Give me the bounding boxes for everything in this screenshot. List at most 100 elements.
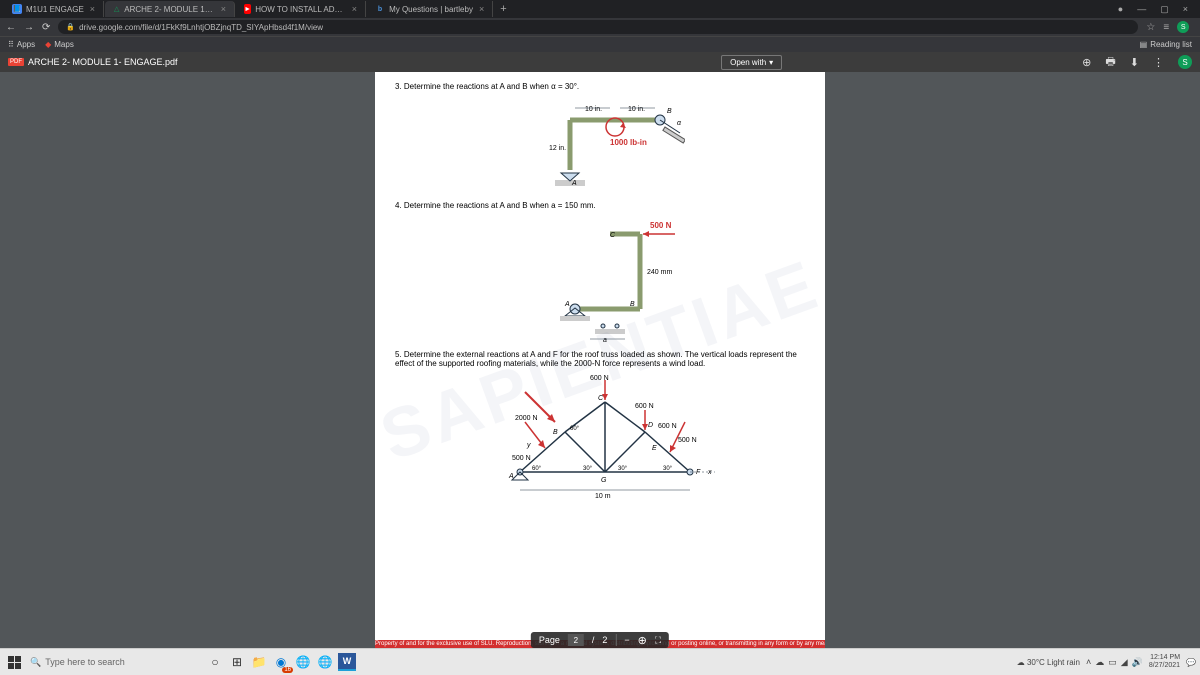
document-viewport[interactable]: SAPIENTIAE 3. Determine the reactions at… [0,72,1200,648]
svg-text:240 mm: 240 mm [647,269,672,276]
tab-label: ARCHE 2- MODULE 1- ENGAGE.p [124,5,215,14]
youtube-icon: ► [244,4,251,14]
star-icon[interactable]: ☆ [1146,22,1155,33]
browser-menu-icon[interactable]: ● [1118,4,1123,14]
maximize-icon[interactable]: ▢ [1160,4,1169,15]
zoom-in-icon[interactable]: ⊕ [638,634,647,647]
svg-text:30°: 30° [663,466,673,472]
svg-text:α: α [677,120,682,127]
svg-text:A: A [564,301,570,308]
reader-icon[interactable]: ≡ [1163,22,1169,33]
tab-icon: 📘 [12,4,22,14]
taskbar: 🔍 Type here to search ○ ⊞ 📁 ◉ 16 🌐 🌐 W ☁… [0,648,1200,675]
lock-icon: 🔒 [66,23,75,31]
edge-icon[interactable]: ◉ 16 [270,652,292,672]
cortana-icon[interactable]: ○ [204,652,226,672]
add-to-drive-icon[interactable]: ⊕ [1082,56,1091,69]
close-icon[interactable]: × [352,4,357,14]
svg-text:1000 lb-in: 1000 lb-in [610,138,647,147]
chrome2-icon[interactable]: 🌐 [314,652,336,672]
reading-list-button[interactable]: ▤ Reading list [1140,40,1192,49]
tray-chevron-icon[interactable]: ˄ [1086,657,1091,668]
maps-bookmark[interactable]: ◆ Maps [45,40,74,49]
search-icon: 🔍 [30,657,41,668]
close-window-icon[interactable]: × [1183,4,1188,14]
svg-text:B: B [553,429,558,436]
tab-youtube[interactable]: ► HOW TO INSTALL ADOBE PHOTO × [236,1,366,17]
onedrive-icon[interactable]: ☁ [1095,657,1104,668]
tab-arche2[interactable]: △ ARCHE 2- MODULE 1- ENGAGE.p × [105,1,235,17]
problem-3-text: 3. Determine the reactions at A and B wh… [395,82,805,91]
svg-text:A: A [508,473,514,480]
start-button[interactable] [4,652,24,672]
forward-icon[interactable]: → [24,22,34,33]
word-icon[interactable]: W [336,652,358,672]
svg-text:y: y [526,442,531,449]
account-badge[interactable]: S [1178,55,1192,69]
chrome-icon[interactable]: 🌐 [292,652,314,672]
page-total: 2 [602,635,607,645]
svg-text:G: G [601,477,607,484]
open-with-button[interactable]: Open with ▾ [721,55,782,70]
svg-text:600 N: 600 N [590,375,609,382]
maps-icon: ◆ [45,40,51,49]
problem-5-text: 5. Determine the external reactions at A… [395,350,805,368]
print-icon[interactable]: 🖶 [1105,53,1115,72]
drive-icon: △ [113,4,120,14]
page-input[interactable] [568,634,584,646]
reload-icon[interactable]: ⟳ [42,22,50,33]
svg-text:D: D [648,422,653,429]
tab-bartleby[interactable]: b My Questions | bartleby × [367,1,493,17]
back-icon[interactable]: ← [6,22,16,33]
battery-icon[interactable]: ▭ [1108,657,1117,668]
tab-label: HOW TO INSTALL ADOBE PHOTO [255,5,346,14]
zoom-out-icon[interactable]: − [624,635,629,645]
svg-text:600 N: 600 N [635,403,654,410]
svg-text:500 N: 500 N [650,221,672,230]
new-tab-button[interactable]: + [494,3,512,15]
svg-text:A: A [571,180,577,187]
bartleby-icon: b [375,4,385,14]
figure-3: A B α 10 in. 10 in. 12 in. 1000 lb-in [515,95,685,195]
svg-text:B: B [630,301,635,308]
svg-text:60°: 60° [570,426,580,432]
explorer-icon[interactable]: 📁 [248,652,270,672]
close-icon[interactable]: × [221,4,226,14]
svg-text:500 N: 500 N [678,437,697,444]
fullscreen-icon[interactable]: ⛶ [655,635,661,646]
problem-4-text: 4. Determine the reactions at A and B wh… [395,201,805,210]
svg-text:E: E [652,445,657,452]
download-icon[interactable]: ⬇ [1130,56,1139,69]
svg-text:10 in.: 10 in. [628,106,645,113]
tab-m1u1[interactable]: 📘 M1U1 ENGAGE × [4,1,104,17]
svg-text:B: B [667,108,672,115]
profile-badge[interactable]: S [1177,21,1189,33]
url-text: drive.google.com/file/d/1FkKf9LnhtjOBZjn… [79,23,323,32]
wifi-icon[interactable]: ◢ [1121,657,1128,668]
close-icon[interactable]: × [479,4,484,14]
svg-text:F: F [696,469,701,476]
minimize-icon[interactable]: — [1137,4,1146,14]
svg-text:10 in.: 10 in. [585,106,602,113]
apps-bookmark[interactable]: ⠿ Apps [8,40,35,49]
apps-icon: ⠿ [8,40,14,49]
close-icon[interactable]: × [90,4,95,14]
taskview-icon[interactable]: ⊞ [226,652,248,672]
svg-text:500 N: 500 N [512,455,531,462]
weather-widget[interactable]: ☁ 30°C Light rain [1017,658,1080,667]
notifications-icon[interactable]: 💬 [1186,658,1196,667]
search-input[interactable]: 🔍 Type here to search [24,652,204,672]
figure-5: 600 N 600 N 600 N 500 N 500 N 2000 N 60°… [470,372,730,502]
page-label: Page [539,635,560,645]
pdf-badge: PDF [8,58,24,66]
more-icon[interactable]: ⋮ [1153,56,1164,69]
svg-text:600 N: 600 N [658,423,677,430]
clock[interactable]: 12:14 PM 8/27/2021 [1149,654,1180,669]
chevron-down-icon: ▾ [769,58,773,67]
pdf-page: SAPIENTIAE 3. Determine the reactions at… [375,72,825,648]
url-input[interactable]: 🔒 drive.google.com/file/d/1FkKf9LnhtjOBZ… [58,20,1138,34]
page-controls: Page / 2 − ⊕ ⛶ [531,632,669,648]
sound-icon[interactable]: 🔊 [1132,657,1143,668]
svg-text:a: a [603,337,607,344]
svg-text:x: x [707,469,712,476]
